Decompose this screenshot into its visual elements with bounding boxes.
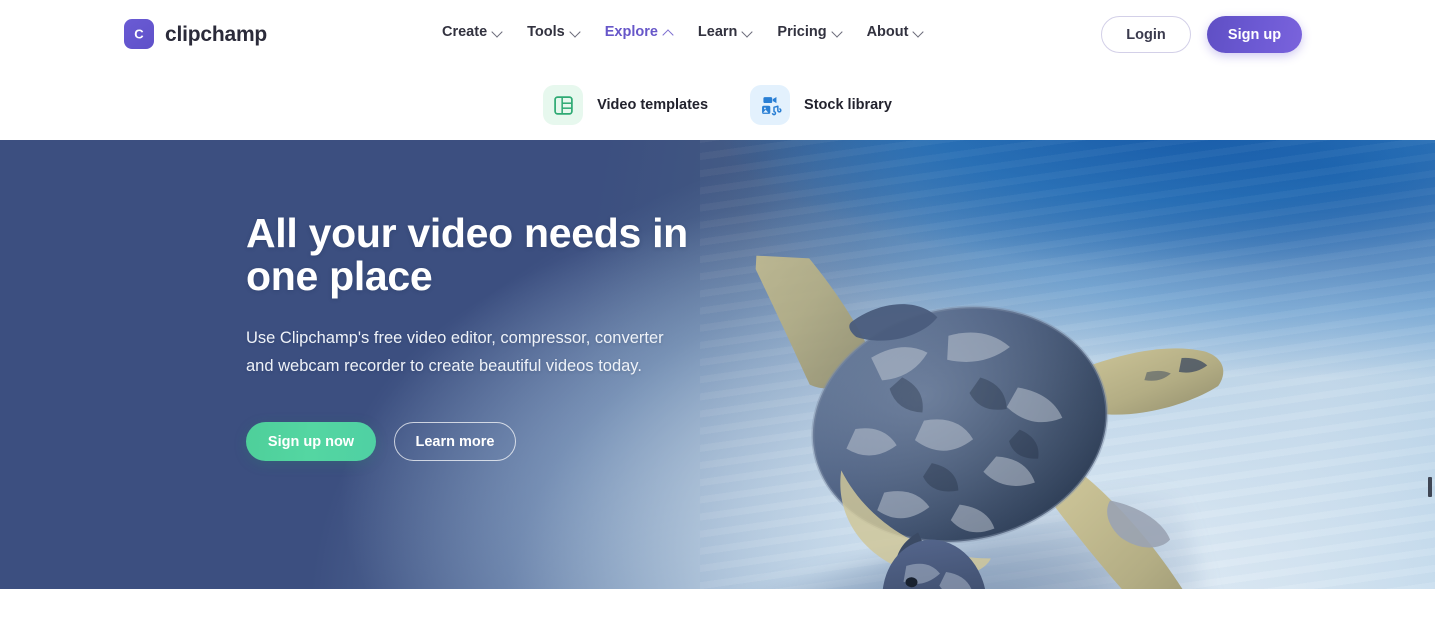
explore-dropdown-panel: Video templates Stock library [0,70,1435,140]
nav-item-label: Explore [604,24,658,40]
stock-media-icon [750,85,791,125]
hero-learn-more-button[interactable]: Learn more [394,422,516,461]
template-grid-icon [543,85,584,125]
auth-actions: Login Sign up [1101,16,1302,53]
nav-item-pricing[interactable]: Pricing [765,22,854,42]
nav-item-label: About [866,24,909,40]
chevron-down-icon [571,27,581,37]
dropdown-item-video-templates[interactable]: Video templates [537,81,714,129]
hero-title: All your video needs in one place [246,210,688,299]
dropdown-item-stock-library[interactable]: Stock library [744,81,898,129]
site-header: C clipchamp Create Tools Explore Learn P… [0,0,1435,70]
page-content-below-hero [0,589,1435,639]
scrollbar-cursor-marker[interactable] [1428,477,1432,497]
chevron-down-icon [914,27,924,37]
chevron-down-icon [493,27,503,37]
clipchamp-landing-page: C clipchamp Create Tools Explore Learn P… [0,0,1435,639]
svg-text:C: C [134,26,144,41]
primary-navigation: Create Tools Explore Learn Pricing About [430,22,936,42]
login-button[interactable]: Login [1101,16,1191,53]
hero-actions: Sign up now Learn more [246,422,716,461]
chevron-down-icon [833,27,843,37]
brand-name: clipchamp [165,22,268,46]
nav-item-create[interactable]: Create [430,22,515,42]
clipchamp-logo-icon: C [124,19,154,49]
nav-item-explore[interactable]: Explore [593,22,686,42]
nav-item-about[interactable]: About [855,22,937,42]
nav-item-label: Create [442,24,488,40]
brand-logo-link[interactable]: C clipchamp [124,19,267,49]
chevron-down-icon [743,27,753,37]
nav-item-learn[interactable]: Learn [686,22,766,42]
nav-item-tools[interactable]: Tools [515,22,593,42]
nav-item-label: Pricing [777,24,827,40]
chevron-up-icon [664,27,674,37]
hero-copy: All your video needs in one place Use Cl… [246,212,716,461]
dropdown-item-label: Stock library [804,97,892,113]
dropdown-item-label: Video templates [597,97,709,113]
sea-turtle-illustration [728,195,1315,589]
hero-signup-now-button[interactable]: Sign up now [246,422,376,461]
nav-item-label: Tools [527,24,565,40]
hero-section: All your video needs in one place Use Cl… [0,140,1435,589]
signup-button[interactable]: Sign up [1207,16,1302,53]
nav-item-label: Learn [697,24,738,40]
hero-subtitle: Use Clipchamp's free video editor, compr… [246,329,664,375]
